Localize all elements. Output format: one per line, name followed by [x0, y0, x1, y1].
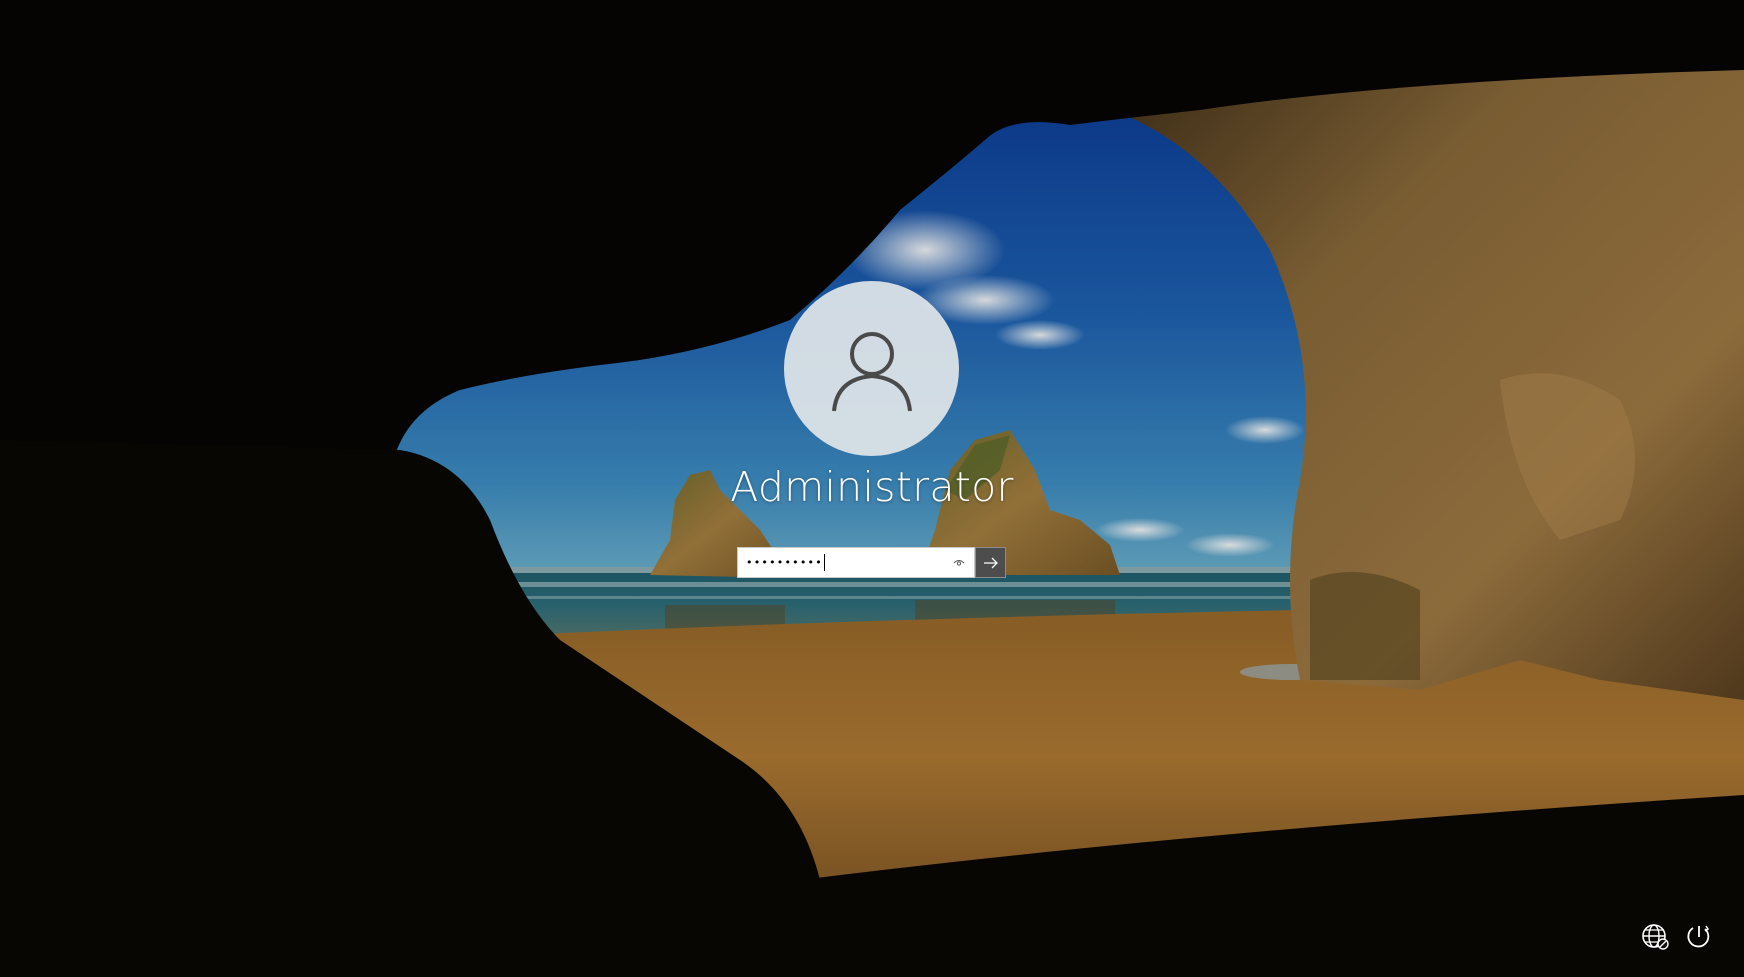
- network-globe-icon: [1642, 924, 1669, 950]
- password-masked-value: ••••••••••: [746, 556, 823, 569]
- network-button[interactable]: [1640, 921, 1672, 953]
- reveal-password-button[interactable]: [952, 557, 966, 569]
- text-caret: [823, 554, 825, 571]
- user-avatar: [784, 281, 959, 456]
- password-field[interactable]: ••••••••••: [737, 547, 975, 578]
- sign-in-panel: Administrator ••••••••••: [0, 0, 1744, 977]
- eye-icon: [953, 560, 965, 566]
- submit-button[interactable]: [975, 547, 1006, 578]
- power-button[interactable]: [1684, 921, 1716, 953]
- power-icon: [1687, 925, 1710, 948]
- arrow-right-icon: [983, 557, 998, 568]
- user-name: Administrator: [730, 463, 1014, 511]
- user-silhouette-icon: [831, 331, 912, 411]
- lock-screen: Administrator ••••••••••: [0, 0, 1744, 977]
- password-row: ••••••••••: [737, 547, 1006, 578]
